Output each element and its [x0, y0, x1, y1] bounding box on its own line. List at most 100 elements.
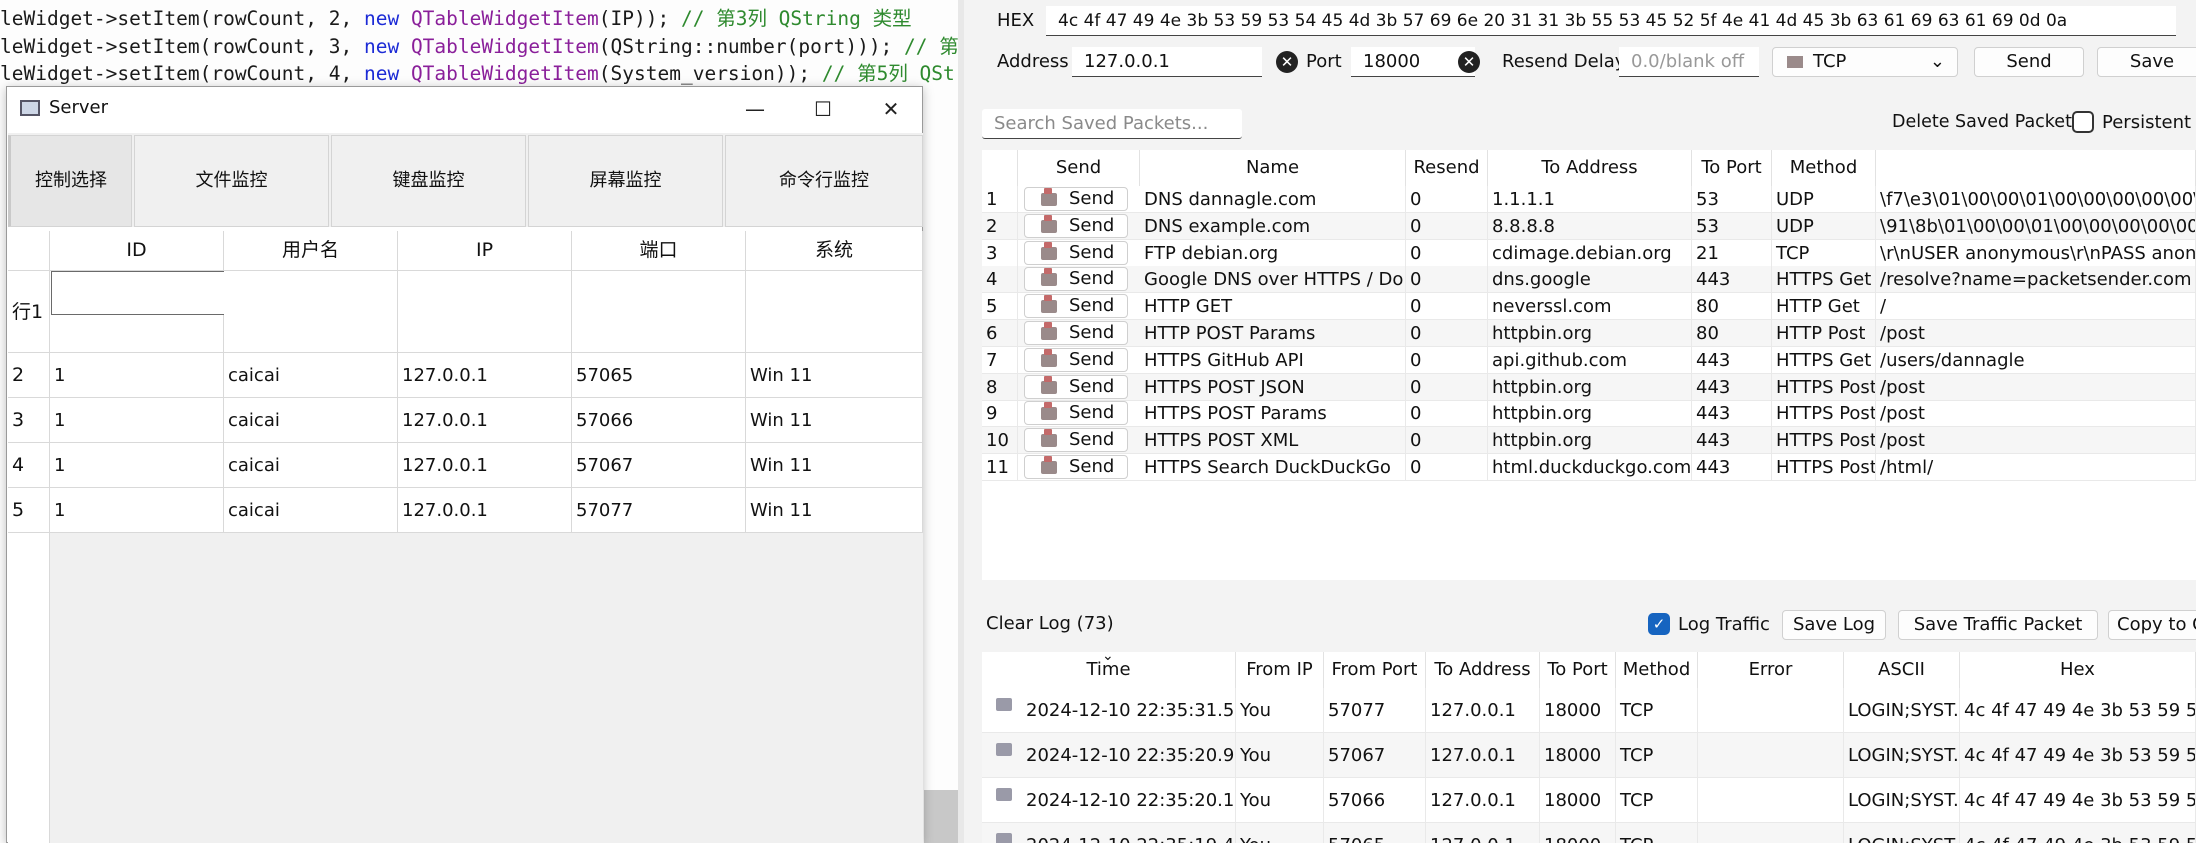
column-header-to-port[interactable]: To Port [1692, 150, 1772, 186]
column-header-data[interactable] [1876, 150, 2196, 186]
table-cell[interactable]: caicai [224, 488, 398, 533]
table-cell[interactable]: Win 11 [746, 443, 923, 488]
row-send-button[interactable]: Send [1024, 401, 1128, 426]
table-cell[interactable]: caicai [224, 398, 398, 443]
cell-editor[interactable] [51, 271, 225, 315]
log-row[interactable]: 2024-12-10 22:35:20.181 You 57066 127.0.0.1… [982, 778, 2196, 823]
row-header[interactable]: 2 [8, 353, 50, 398]
table-cell[interactable]: 127.0.0.1 [398, 398, 572, 443]
column-header-system[interactable]: 系统 [746, 231, 923, 271]
table-cell[interactable]: 57067 [572, 443, 746, 488]
table-row[interactable]: 5 HTTP GET 0 neverssl.com 80 HTTP Get / Send [982, 293, 2196, 321]
table-cell[interactable]: Win 11 [746, 488, 923, 533]
table-cell[interactable]: 127.0.0.1 [398, 443, 572, 488]
column-header-to-port[interactable]: To Port [1540, 652, 1616, 688]
column-header-hex[interactable]: Hex [1960, 652, 2196, 688]
port-field[interactable]: 18000 [1351, 47, 1475, 77]
clear-port-icon[interactable]: ✕ [1458, 51, 1480, 73]
row-header[interactable]: 3 [8, 398, 50, 443]
row-header[interactable]: 4 [8, 443, 50, 488]
table-row[interactable]: 11 HTTPS Search DuckDuckGo 0 html.duckduckg… [982, 454, 2196, 481]
log-row[interactable]: 2024-12-10 22:35:20.906 You 57067 127.0.0.1… [982, 733, 2196, 778]
row-send-button[interactable]: Send [1024, 321, 1128, 345]
table-cell[interactable] [398, 271, 572, 353]
table-cell[interactable]: 1 [50, 443, 224, 488]
save-traffic-packet-button[interactable]: Save Traffic Packet [1898, 610, 2098, 640]
keyboard-monitor-button[interactable]: 键盘监控 [331, 135, 526, 227]
table-cell[interactable] [224, 271, 398, 353]
table-row[interactable]: 7 HTTPS GitHub API 0 api.github.com 443 HTTPS… [982, 346, 2196, 374]
column-header-ascii[interactable]: ASCII [1844, 652, 1960, 688]
table-row[interactable]: 4 Google DNS over HTTPS / DoH 0 dns.google 4… [982, 266, 2196, 294]
table-cell[interactable]: 127.0.0.1 [398, 353, 572, 398]
column-header-from-port[interactable]: From Port [1324, 652, 1426, 688]
protocol-select[interactable]: TCP ⌄ [1772, 47, 1958, 77]
table-cell[interactable]: Win 11 [746, 398, 923, 443]
resend-delay-input[interactable]: 0.0/blank off [1619, 47, 1759, 77]
screen-monitor-button[interactable]: 屏幕监控 [528, 135, 723, 227]
table-row[interactable]: 2 DNS example.com 0 8.8.8.8 53 UDP \91\8b\01\0… [982, 212, 2196, 240]
column-header-error[interactable]: Error [1698, 652, 1844, 688]
table-cell[interactable]: 57065 [572, 353, 746, 398]
row-send-button[interactable]: Send [1024, 347, 1128, 372]
address-field[interactable]: 127.0.0.1 [1072, 47, 1262, 77]
column-header-method[interactable]: Method [1616, 652, 1698, 688]
row-header[interactable]: 5 [8, 488, 50, 533]
table-corner[interactable] [8, 231, 50, 271]
table-row[interactable]: 9 HTTPS POST Params 0 httpbin.org 443 HTTPS P… [982, 400, 2196, 428]
column-header-port[interactable]: 端口 [572, 231, 746, 271]
cmd-monitor-button[interactable]: 命令行监控 [725, 135, 923, 227]
table-cell[interactable]: caicai [224, 443, 398, 488]
maximize-button[interactable]: ☐ [793, 91, 853, 127]
search-saved-input[interactable]: Search Saved Packets... [982, 109, 1242, 139]
table-cell[interactable] [572, 271, 746, 353]
row-send-button[interactable]: Send [1024, 455, 1128, 479]
column-header-time[interactable]: Time ⌄ [982, 652, 1236, 688]
column-header-from-ip[interactable]: From IP [1236, 652, 1324, 688]
column-header-username[interactable]: 用户名 [224, 231, 398, 271]
column-header-to-address[interactable]: To Address [1488, 150, 1692, 186]
table-row[interactable]: 3 FTP debian.org 0 cdimage.debian.org 21 TCP \… [982, 239, 2196, 267]
table-cell[interactable]: 1 [50, 398, 224, 443]
column-header-id[interactable]: ID [50, 231, 224, 271]
row-send-button[interactable]: Send [1024, 187, 1128, 211]
log-row[interactable]: 2024-12-10 22:35:31.540 You 57077 127.0.0.1… [982, 688, 2196, 733]
persistent-checkbox[interactable] [2072, 111, 2094, 133]
save-button[interactable]: Save [2097, 47, 2196, 77]
control-select-button[interactable]: 控制选择 [8, 135, 132, 227]
copy-clipboard-button[interactable]: Copy to Clipboa [2108, 610, 2196, 640]
clear-address-icon[interactable]: ✕ [1276, 51, 1298, 73]
clear-log-button[interactable]: Clear Log (73) [984, 610, 1114, 640]
column-header-method[interactable]: Method [1772, 150, 1876, 186]
row-send-button[interactable]: Send [1024, 374, 1128, 399]
column-header-name[interactable]: Name [1140, 150, 1406, 186]
table-cell[interactable]: caicai [224, 353, 398, 398]
column-header-resend[interactable]: Resend [1406, 150, 1488, 186]
save-log-button[interactable]: Save Log [1782, 610, 1886, 640]
hex-field[interactable]: 4c 4f 47 49 4e 3b 53 59 53 54 45 4d 3b 5… [1046, 6, 2176, 36]
row-header[interactable]: 行1 [8, 271, 50, 353]
column-header-to-address[interactable]: To Address [1426, 652, 1540, 688]
column-header-ip[interactable]: IP [398, 231, 572, 271]
table-cell[interactable]: 127.0.0.1 [398, 488, 572, 533]
file-monitor-button[interactable]: 文件监控 [134, 135, 329, 227]
title-bar[interactable]: Server — ☐ ✕ [7, 87, 922, 131]
table-cell[interactable]: Win 11 [746, 353, 923, 398]
row-send-button[interactable]: Send [1024, 240, 1128, 265]
table-row[interactable]: 1 DNS dannagle.com 0 1.1.1.1 53 UDP \f7\e3\01\… [982, 186, 2196, 213]
send-button[interactable]: Send [1974, 47, 2084, 77]
delete-saved-button[interactable]: Delete Saved Packet [1892, 108, 2072, 138]
table-row[interactable]: 10 HTTPS POST XML 0 httpbin.org 443 HTTPS Pos… [982, 427, 2196, 455]
row-send-button[interactable]: Send [1024, 267, 1128, 292]
log-row[interactable]: 2024-12-10 22:35:19.459You57065127.0.0.1… [982, 823, 2196, 843]
close-button[interactable]: ✕ [861, 91, 921, 127]
table-cell[interactable]: 57077 [572, 488, 746, 533]
table-cell[interactable]: 1 [50, 353, 224, 398]
table-row[interactable]: 6 HTTP POST Params 0 httpbin.org 80 HTTP Post… [982, 320, 2196, 347]
table-cell[interactable]: 57066 [572, 398, 746, 443]
minimize-button[interactable]: — [725, 91, 785, 127]
table-cell[interactable] [746, 271, 923, 353]
row-send-button[interactable]: Send [1024, 428, 1128, 453]
row-send-button[interactable]: Send [1024, 294, 1128, 319]
editor-scrollbar[interactable] [924, 790, 958, 843]
